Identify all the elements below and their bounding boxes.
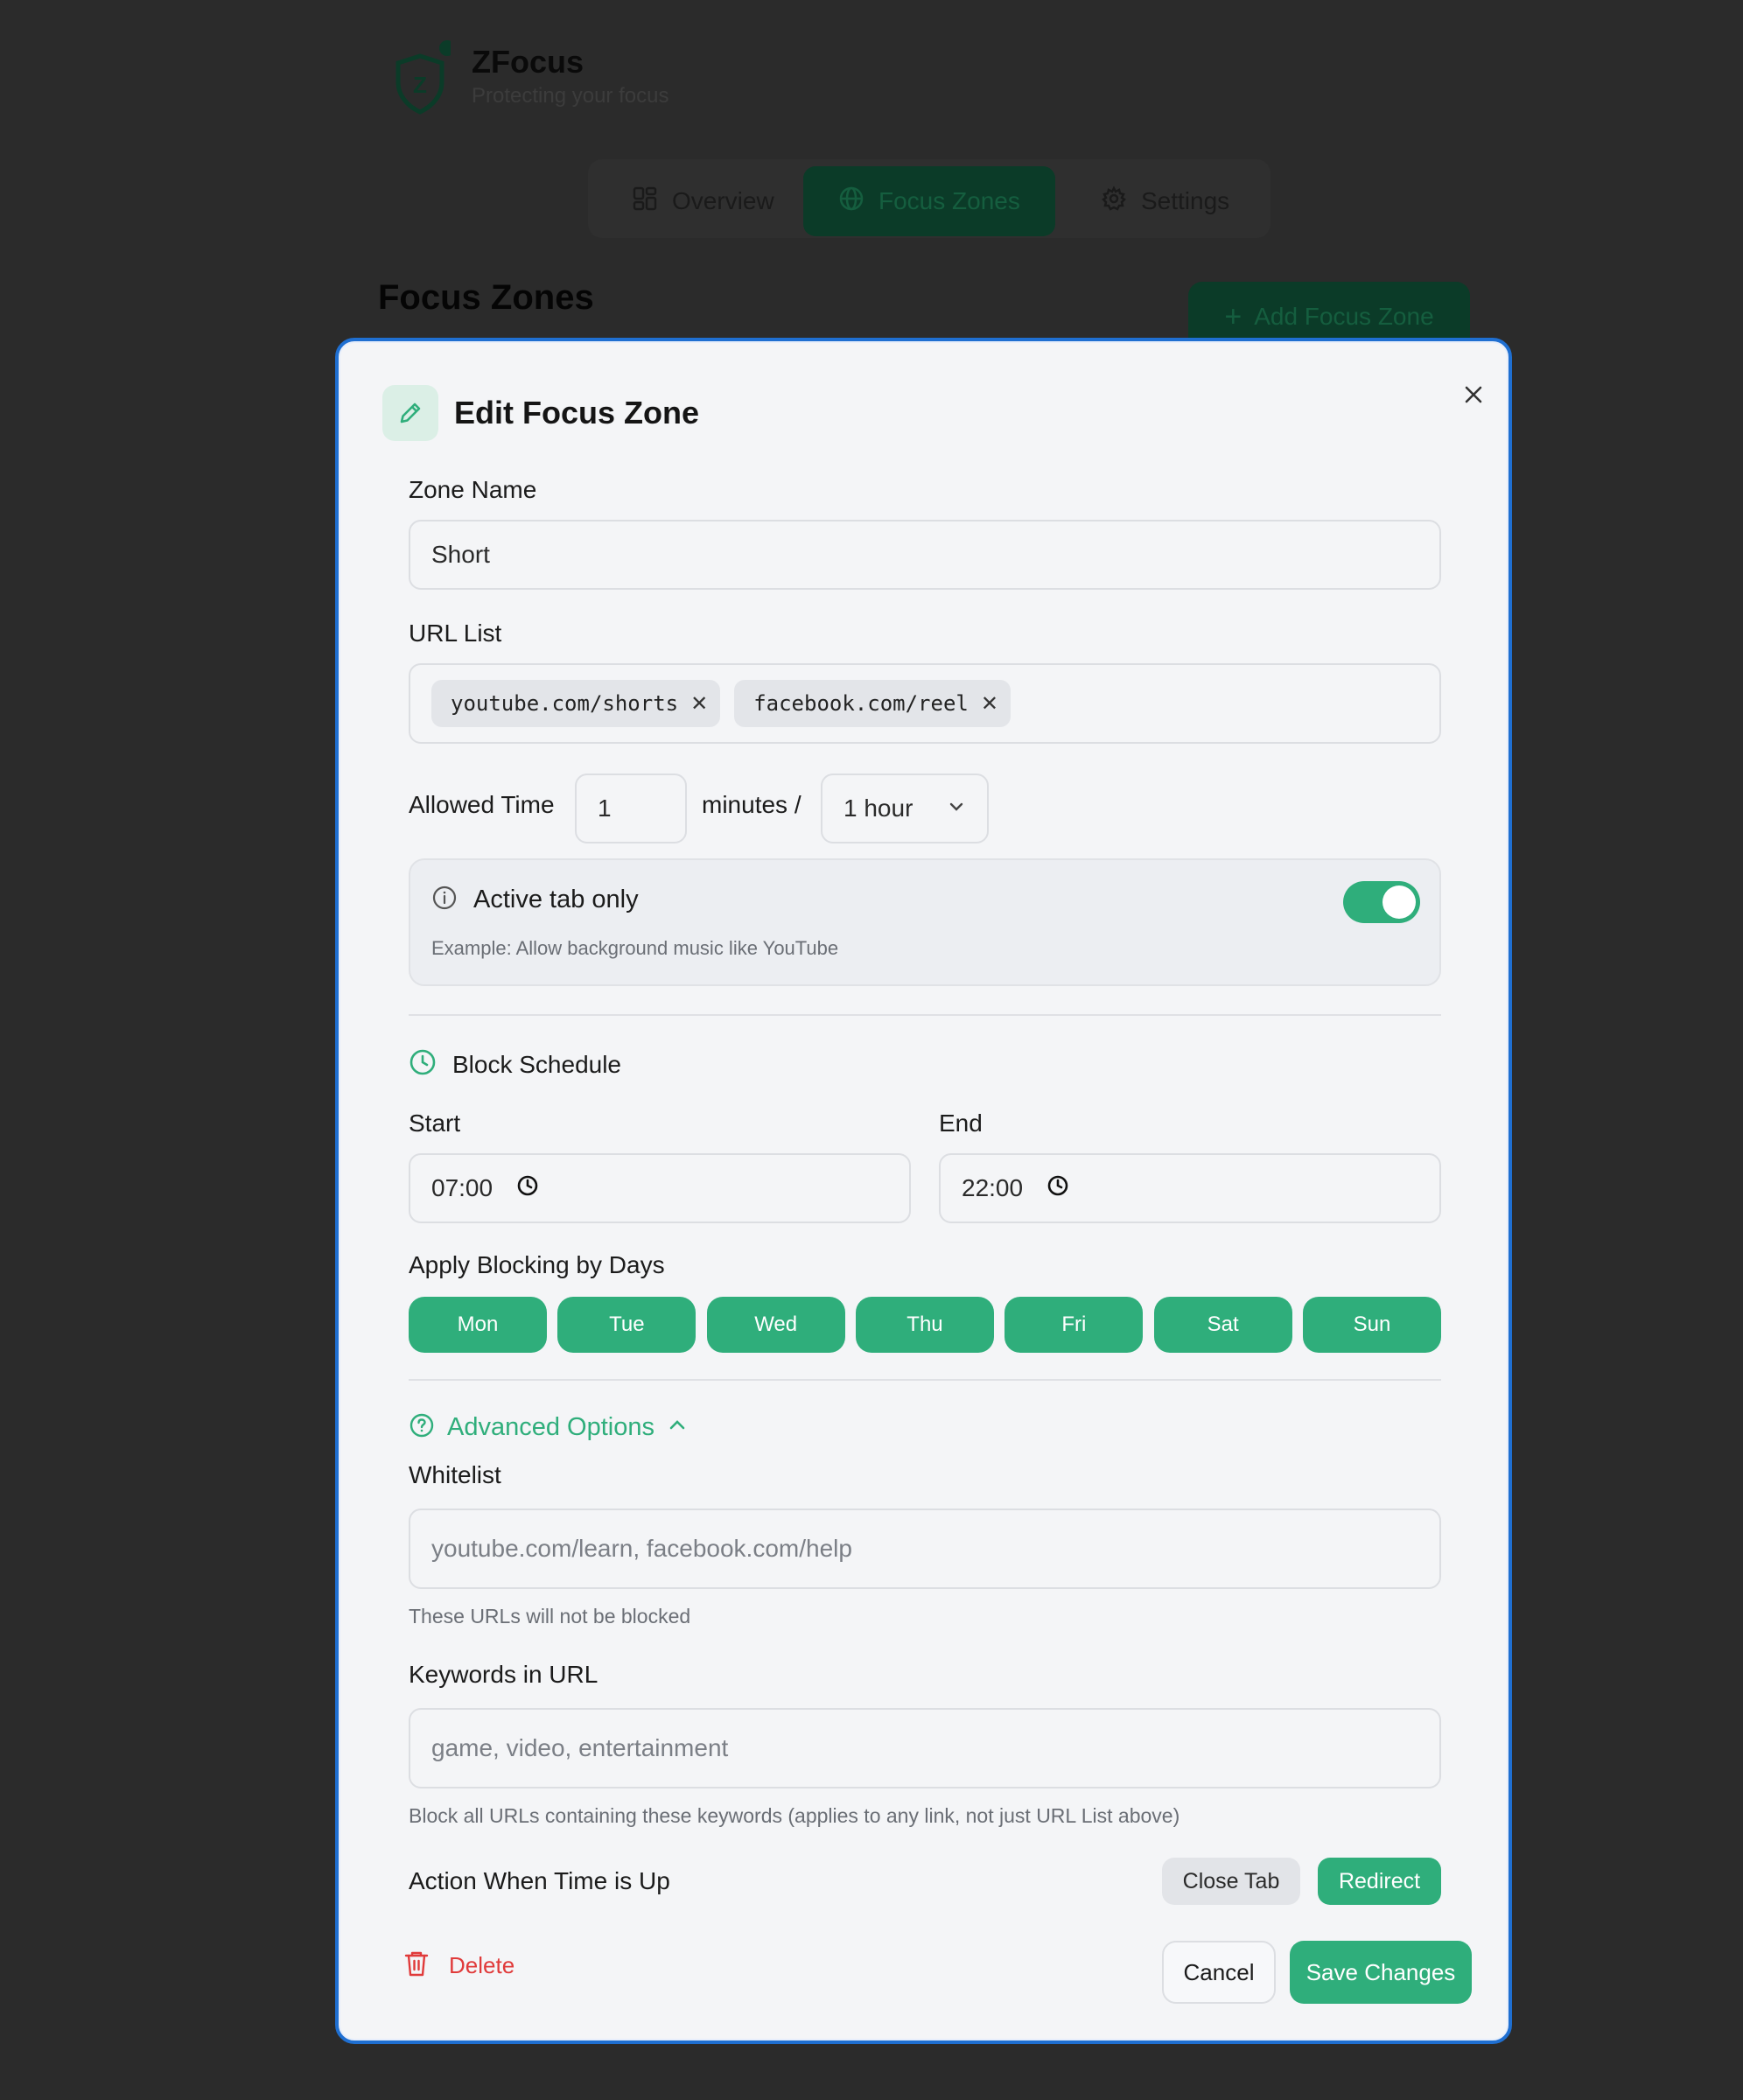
url-list-input[interactable]: youtube.com/shorts ✕ facebook.com/reel ✕ <box>409 663 1441 744</box>
clock-icon <box>409 1048 437 1081</box>
start-label: Start <box>409 1110 461 1137</box>
tab-settings[interactable]: Settings <box>1066 166 1264 236</box>
tab-overview-label: Overview <box>672 187 774 214</box>
minutes-label: minutes / <box>702 791 802 818</box>
url-chip: youtube.com/shorts ✕ <box>431 680 721 727</box>
active-tab-card: Active tab only Example: Allow backgroun… <box>409 858 1441 986</box>
modal-title: Edit Focus Zone <box>454 395 700 430</box>
edit-focus-zone-modal: Edit Focus Zone Zone Name Short URL List… <box>335 338 1512 2044</box>
zone-name-value: Short <box>431 541 490 568</box>
main-nav: Overview Focus Zones Settings <box>588 159 1270 238</box>
whitelist-input[interactable]: youtube.com/learn, facebook.com/help <box>409 1508 1441 1589</box>
pencil-icon <box>382 385 438 441</box>
brand-subtitle: Protecting your focus <box>472 84 669 108</box>
whitelist-label: Whitelist <box>409 1461 501 1488</box>
remove-url-icon[interactable]: ✕ <box>690 691 708 716</box>
day-button-sat[interactable]: Sat <box>1153 1297 1292 1353</box>
day-button-wed[interactable]: Wed <box>706 1297 845 1353</box>
day-button-fri[interactable]: Fri <box>1004 1297 1144 1353</box>
delete-button[interactable]: Delete <box>403 1950 514 1982</box>
url-chip-text: facebook.com/reel <box>753 691 969 716</box>
day-button-sun[interactable]: Sun <box>1302 1297 1441 1353</box>
advanced-options-label: Advanced Options <box>447 1413 654 1441</box>
keywords-hint: Block all URLs containing these keywords… <box>409 1804 1180 1827</box>
add-focus-zone-label: Add Focus Zone <box>1254 303 1434 330</box>
plus-icon: + <box>1224 299 1242 333</box>
keywords-placeholder: game, video, entertainment <box>431 1734 729 1761</box>
tab-focus-zones-label: Focus Zones <box>878 187 1020 214</box>
allowed-time-value: 1 <box>598 794 612 822</box>
whitelist-hint: These URLs will not be blocked <box>409 1605 691 1628</box>
active-tab-hint: Example: Allow background music like You… <box>431 937 839 959</box>
shield-logo-icon: Z <box>389 37 455 116</box>
day-button-tue[interactable]: Tue <box>557 1297 696 1353</box>
chevron-up-icon <box>667 1415 688 1440</box>
active-tab-toggle[interactable] <box>1343 881 1420 923</box>
end-time-input[interactable]: 22:00 <box>939 1153 1441 1223</box>
chevron-down-icon <box>947 794 966 822</box>
brand-title: ZFocus <box>472 44 584 80</box>
clock-icon[interactable] <box>1046 1173 1070 1204</box>
gear-icon <box>1101 185 1127 218</box>
grid-icon <box>632 186 658 218</box>
svg-text:Z: Z <box>413 72 427 98</box>
delete-label: Delete <box>449 1952 515 1978</box>
end-time-value: 22:00 <box>962 1174 1024 1201</box>
advanced-options-toggle[interactable]: Advanced Options <box>409 1412 688 1443</box>
page-title: Focus Zones <box>378 278 594 317</box>
day-buttons: Mon Tue Wed Thu Fri Sat Sun <box>409 1297 1441 1353</box>
zone-name-input[interactable]: Short <box>409 520 1441 590</box>
clock-icon[interactable] <box>515 1173 540 1204</box>
tab-focus-zones[interactable]: Focus Zones <box>803 166 1055 236</box>
close-tab-option[interactable]: Close Tab <box>1162 1858 1300 1905</box>
keywords-input[interactable]: game, video, entertainment <box>409 1708 1441 1788</box>
period-value: 1 hour <box>844 794 914 822</box>
day-button-mon[interactable]: Mon <box>409 1297 547 1353</box>
start-time-value: 07:00 <box>431 1174 494 1201</box>
modal-header: Edit Focus Zone <box>382 385 699 441</box>
toggle-knob <box>1382 886 1416 919</box>
start-time-input[interactable]: 07:00 <box>409 1153 911 1223</box>
end-label: End <box>939 1110 983 1137</box>
url-chip-text: youtube.com/shorts <box>451 691 679 716</box>
tab-settings-label: Settings <box>1141 187 1230 214</box>
help-circle-icon <box>409 1412 435 1443</box>
action-label: Action When Time is Up <box>409 1867 670 1894</box>
zone-name-label: Zone Name <box>409 476 537 503</box>
allowed-time-label: Allowed Time <box>409 791 555 818</box>
globe-icon <box>838 186 864 218</box>
info-icon <box>431 885 458 915</box>
days-label: Apply Blocking by Days <box>409 1251 665 1278</box>
save-changes-button[interactable]: Save Changes <box>1290 1941 1472 2004</box>
redirect-option[interactable]: Redirect <box>1318 1858 1441 1905</box>
brand: Z ZFocus Protecting your focus <box>389 37 668 116</box>
cancel-button[interactable]: Cancel <box>1162 1941 1276 2004</box>
url-list-label: URL List <box>409 620 502 647</box>
day-button-thu[interactable]: Thu <box>855 1297 994 1353</box>
remove-url-icon[interactable]: ✕ <box>981 691 998 716</box>
close-icon[interactable] <box>1452 373 1495 416</box>
trash-icon <box>403 1950 430 1982</box>
divider <box>409 1014 1441 1016</box>
block-schedule-label: Block Schedule <box>452 1050 622 1078</box>
active-tab-label: Active tab only <box>473 886 639 914</box>
keywords-label: Keywords in URL <box>409 1661 598 1688</box>
tab-overview[interactable]: Overview <box>597 166 809 236</box>
whitelist-placeholder: youtube.com/learn, facebook.com/help <box>431 1535 852 1562</box>
divider <box>409 1379 1441 1381</box>
url-chip: facebook.com/reel ✕ <box>734 680 1011 727</box>
period-select[interactable]: 1 hour <box>821 774 989 844</box>
allowed-time-input[interactable]: 1 <box>575 774 687 844</box>
block-schedule-header: Block Schedule <box>409 1048 621 1081</box>
